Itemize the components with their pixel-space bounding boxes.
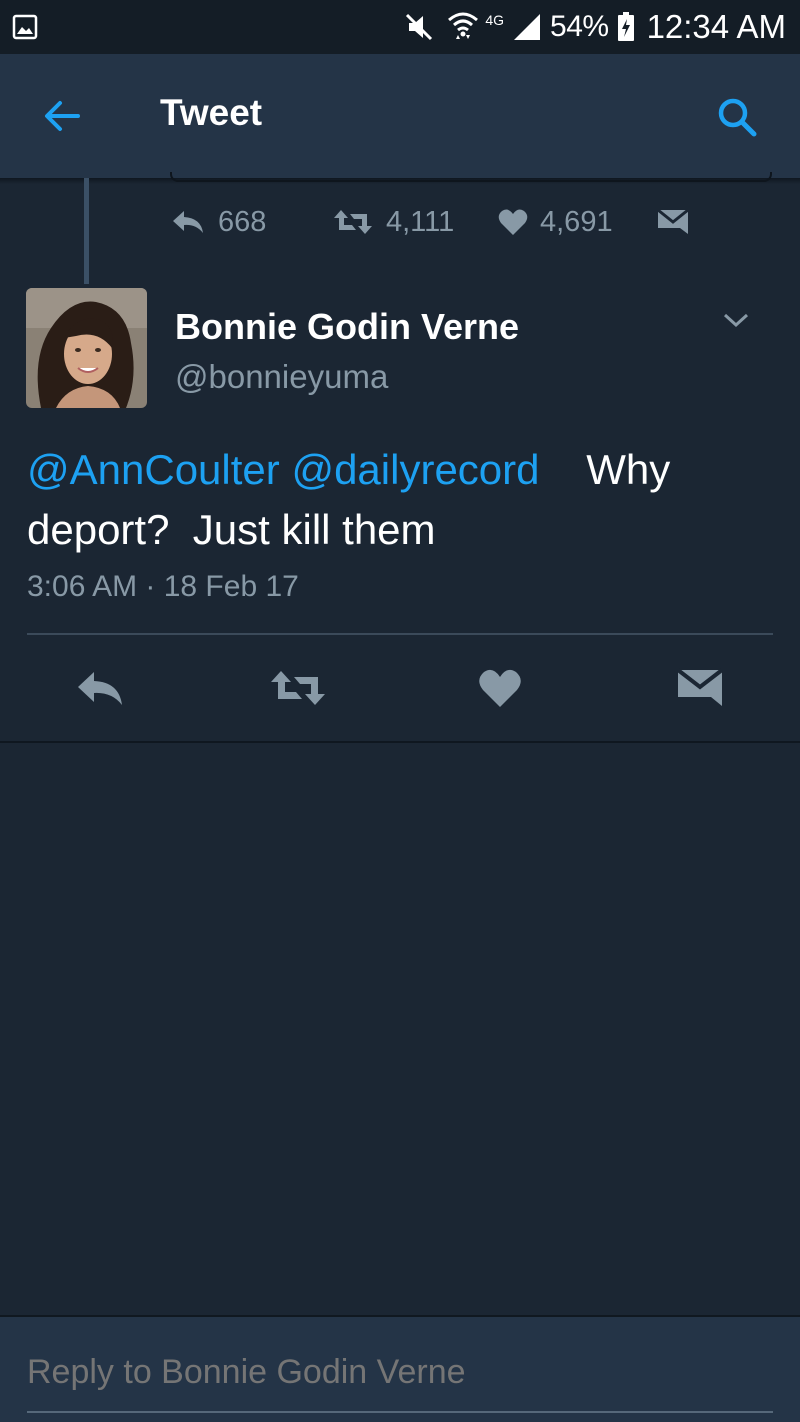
thread-connector	[84, 178, 89, 284]
status-icons: 4G 54% 12:34 AM	[403, 0, 786, 54]
arrow-left-icon[interactable]	[40, 94, 84, 138]
search-icon[interactable]	[714, 94, 760, 140]
battery-charging-icon	[617, 12, 634, 41]
status-bar: 4G 54% 12:34 AM	[0, 0, 800, 54]
previous-retweet-stat[interactable]: 4,111	[332, 206, 498, 239]
app-bar: Tweet	[0, 54, 800, 178]
reply-icon	[78, 672, 122, 705]
envelope-icon	[657, 208, 689, 234]
retweet-icon	[334, 210, 372, 234]
heart-icon	[498, 209, 528, 235]
like-count: 4,691	[540, 205, 613, 238]
tweet-text-segment: deport? Just kill them	[27, 506, 436, 553]
tweet-text-segment: Why	[586, 446, 671, 493]
previous-reply-stat[interactable]: 668	[170, 206, 332, 239]
section-separator	[0, 741, 800, 743]
tweet-text: @AnnCoulter @dailyrecord Why deport? Jus…	[27, 440, 787, 560]
retweet-button[interactable]	[268, 660, 328, 716]
divider	[27, 633, 773, 635]
direct-message-button[interactable]	[670, 660, 730, 716]
reply-composer	[0, 1315, 800, 1422]
retweet-count: 4,111	[386, 205, 455, 238]
input-underline	[27, 1411, 773, 1413]
user-handle[interactable]: @bonnieyuma	[175, 358, 388, 396]
reply-input[interactable]	[27, 1353, 773, 1392]
gallery-icon	[12, 14, 38, 40]
reply-button[interactable]	[70, 660, 130, 716]
clock: 12:34 AM	[646, 8, 786, 45]
reply-icon	[173, 211, 203, 233]
tweet-timestamp: 3:06 AM · 18 Feb 17	[27, 570, 299, 603]
page-title: Tweet	[160, 92, 263, 133]
mute-icon	[406, 13, 433, 41]
previous-like-stat[interactable]: 4,691	[498, 206, 656, 239]
network-type: 4G	[485, 12, 505, 28]
mention-link[interactable]: @AnnCoulter	[27, 446, 280, 493]
like-button[interactable]	[470, 660, 530, 716]
wifi-icon	[448, 12, 479, 39]
avatar[interactable]	[26, 288, 147, 408]
display-name[interactable]: Bonnie Godin Verne	[175, 306, 519, 348]
quoted-card-edge	[170, 172, 772, 182]
retweet-icon	[271, 671, 325, 705]
chevron-down-icon[interactable]	[722, 309, 750, 331]
battery-percentage: 54%	[550, 10, 609, 43]
signal-icon	[514, 14, 541, 40]
reply-count: 668	[218, 205, 267, 238]
previous-tweet-stats: 668 4,111 4,691	[170, 196, 702, 248]
mention-link[interactable]: @dailyrecord	[291, 446, 539, 493]
previous-dm-stat[interactable]	[656, 208, 702, 236]
envelope-icon	[676, 668, 724, 706]
heart-icon	[479, 669, 521, 707]
